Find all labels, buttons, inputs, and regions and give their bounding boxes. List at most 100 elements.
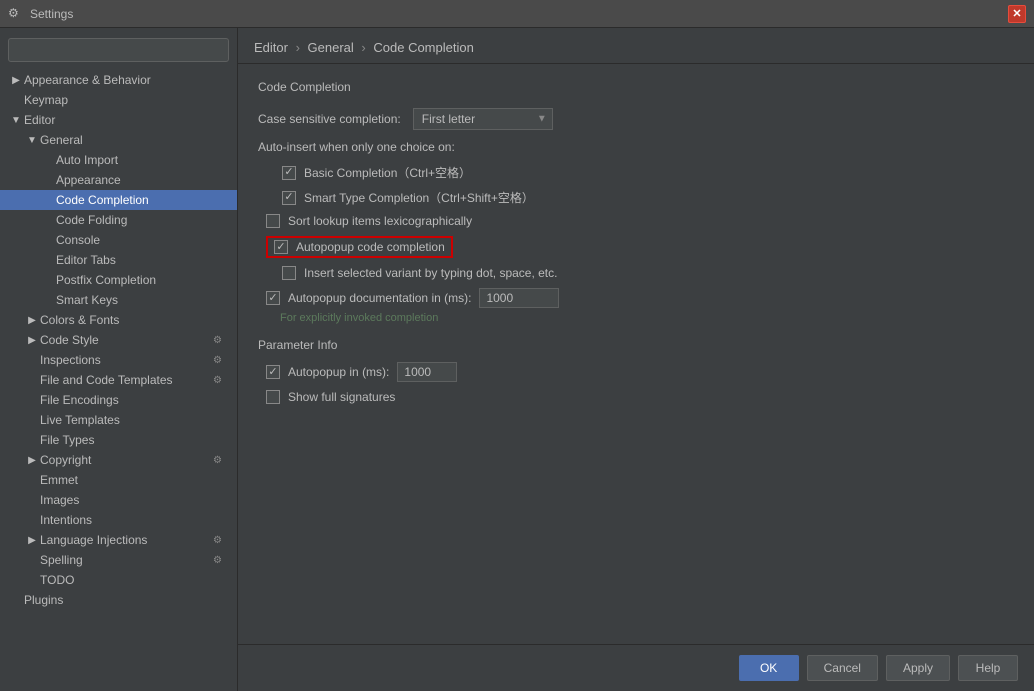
basic-completion-label: Basic Completion（Ctrl+空格） (304, 164, 471, 181)
sort-lookup-checkbox[interactable] (266, 214, 280, 228)
sidebar-item-label-copyright: Copyright (40, 453, 211, 467)
tree-arrow-code-style: ▶ (24, 335, 40, 346)
sidebar-item-file-encodings[interactable]: File Encodings (0, 390, 237, 410)
breadcrumb-editor: Editor (254, 40, 288, 55)
smart-type-completion-checkbox[interactable] (282, 191, 296, 205)
show-full-signatures-label: Show full signatures (288, 390, 395, 404)
sidebar-item-intentions[interactable]: Intentions (0, 510, 237, 530)
case-sensitive-dropdown-wrapper: All letters First letter None ▼ (413, 108, 553, 130)
insert-selected-checkbox[interactable] (282, 266, 296, 280)
case-sensitive-dropdown[interactable]: All letters First letter None (413, 108, 553, 130)
basic-completion-checkbox[interactable] (282, 166, 296, 180)
sidebar-item-appearance[interactable]: Appearance (0, 170, 237, 190)
tree-arrow-colors-fonts: ▶ (24, 315, 40, 326)
autopopup-in-input[interactable] (397, 362, 457, 382)
sidebar-item-label-auto-import: Auto Import (56, 153, 229, 167)
sidebar-item-appearance-behavior[interactable]: ▶Appearance & Behavior (0, 70, 237, 90)
autopopup-code-row: Autopopup code completion (266, 236, 1014, 258)
sidebar-item-keymap[interactable]: Keymap (0, 90, 237, 110)
sidebar-item-postfix-completion[interactable]: Postfix Completion (0, 270, 237, 290)
search-input[interactable] (8, 38, 229, 62)
autopopup-in-label: Autopopup in (ms): (288, 365, 389, 379)
case-sensitive-dropdown-container: All letters First letter None ▼ (413, 108, 553, 130)
title-bar: ⚙ Settings ✕ (0, 0, 1034, 28)
content-area: Editor › General › Code Completion Code … (238, 28, 1034, 691)
sidebar-item-smart-keys[interactable]: Smart Keys (0, 290, 237, 310)
insert-selected-label: Insert selected variant by typing dot, s… (304, 266, 557, 280)
sidebar-item-label-general: General (40, 133, 229, 147)
autopopup-code-checkbox[interactable] (274, 240, 288, 254)
sidebar-item-label-language-injections: Language Injections (40, 533, 211, 547)
section-title: Code Completion (258, 80, 1014, 94)
sidebar-item-label-smart-keys: Smart Keys (56, 293, 229, 307)
sidebar-item-label-editor: Editor (24, 113, 229, 127)
sidebar-item-label-live-templates: Live Templates (40, 413, 229, 427)
sidebar-item-language-injections[interactable]: ▶Language Injections⚙ (0, 530, 237, 550)
window-title: Settings (30, 7, 1008, 21)
sidebar-item-label-file-encodings: File Encodings (40, 393, 229, 407)
sidebar-item-code-style[interactable]: ▶Code Style⚙ (0, 330, 237, 350)
autopopup-doc-input[interactable] (479, 288, 559, 308)
sidebar-item-copyright[interactable]: ▶Copyright⚙ (0, 450, 237, 470)
sidebar-item-config-icon-file-code-templates: ⚙ (213, 375, 229, 386)
hint-text: For explicitly invoked completion (280, 312, 1014, 324)
sidebar-item-file-code-templates[interactable]: File and Code Templates⚙ (0, 370, 237, 390)
main-container: ▶Appearance & Behavior Keymap ▼Editor▼Gen… (0, 28, 1034, 691)
auto-insert-label: Auto-insert when only one choice on: (258, 140, 455, 154)
apply-button[interactable]: Apply (886, 655, 950, 681)
sidebar-item-label-todo: TODO (40, 573, 229, 587)
sort-lookup-row: Sort lookup items lexicographically (266, 214, 1014, 228)
sidebar-item-config-icon-inspections: ⚙ (213, 355, 229, 366)
breadcrumb-code-completion: Code Completion (373, 40, 473, 55)
autopopup-in-checkbox[interactable] (266, 365, 280, 379)
sidebar-item-label-keymap: Keymap (24, 93, 229, 107)
sidebar-item-todo[interactable]: TODO (0, 570, 237, 590)
sidebar-item-editor[interactable]: ▼Editor (0, 110, 237, 130)
sidebar-item-code-completion[interactable]: Code Completion (0, 190, 237, 210)
sidebar-item-code-folding[interactable]: Code Folding (0, 210, 237, 230)
sidebar-item-auto-import[interactable]: Auto Import (0, 150, 237, 170)
sidebar-item-general[interactable]: ▼General (0, 130, 237, 150)
breadcrumb-sep-1: › (296, 40, 304, 55)
cancel-button[interactable]: Cancel (807, 655, 878, 681)
case-sensitive-row: Case sensitive completion: All letters F… (258, 108, 1014, 130)
sidebar-item-label-plugins: Plugins (24, 593, 229, 607)
sort-lookup-label: Sort lookup items lexicographically (288, 214, 472, 228)
sidebar-item-live-templates[interactable]: Live Templates (0, 410, 237, 430)
show-full-signatures-checkbox[interactable] (266, 390, 280, 404)
sidebar-item-editor-tabs[interactable]: Editor Tabs (0, 250, 237, 270)
sidebar-item-console[interactable]: Console (0, 230, 237, 250)
sidebar-item-label-emmet: Emmet (40, 473, 229, 487)
tree-arrow-appearance-behavior: ▶ (8, 75, 24, 86)
tree-arrow-language-injections: ▶ (24, 535, 40, 546)
autopopup-doc-checkbox[interactable] (266, 291, 280, 305)
sidebar-item-label-postfix-completion: Postfix Completion (56, 273, 229, 287)
sidebar-item-colors-fonts[interactable]: ▶Colors & Fonts (0, 310, 237, 330)
sidebar-item-spelling[interactable]: Spelling⚙ (0, 550, 237, 570)
sidebar-item-label-colors-fonts: Colors & Fonts (40, 313, 229, 327)
help-button[interactable]: Help (958, 655, 1018, 681)
basic-completion-row: Basic Completion（Ctrl+空格） (282, 164, 1014, 181)
sidebar-item-label-code-completion: Code Completion (56, 193, 229, 207)
sidebar-item-inspections[interactable]: Inspections⚙ (0, 350, 237, 370)
close-button[interactable]: ✕ (1008, 5, 1026, 23)
sidebar-item-label-inspections: Inspections (40, 353, 211, 367)
sidebar-item-config-icon-copyright: ⚙ (213, 455, 229, 466)
autopopup-code-highlight-box: Autopopup code completion (266, 236, 453, 258)
sidebar-item-config-icon-spelling: ⚙ (213, 555, 229, 566)
sidebar-item-file-types[interactable]: File Types (0, 430, 237, 450)
sidebar-item-plugins[interactable]: Plugins (0, 590, 237, 610)
sidebar-item-label-file-types: File Types (40, 433, 229, 447)
sidebar-item-emmet[interactable]: Emmet (0, 470, 237, 490)
case-sensitive-label: Case sensitive completion: (258, 112, 401, 126)
breadcrumb-general: General (308, 40, 354, 55)
sidebar-item-images[interactable]: Images (0, 490, 237, 510)
smart-type-completion-label: Smart Type Completion（Ctrl+Shift+空格） (304, 189, 534, 206)
sidebar-item-label-code-folding: Code Folding (56, 213, 229, 227)
autopopup-doc-label: Autopopup documentation in (ms): (288, 291, 471, 305)
tree-arrow-copyright: ▶ (24, 455, 40, 466)
ok-button[interactable]: OK (739, 655, 799, 681)
sidebar-item-label-code-style: Code Style (40, 333, 211, 347)
breadcrumb-sep-2: › (361, 40, 369, 55)
auto-insert-row: Auto-insert when only one choice on: (258, 140, 1014, 154)
